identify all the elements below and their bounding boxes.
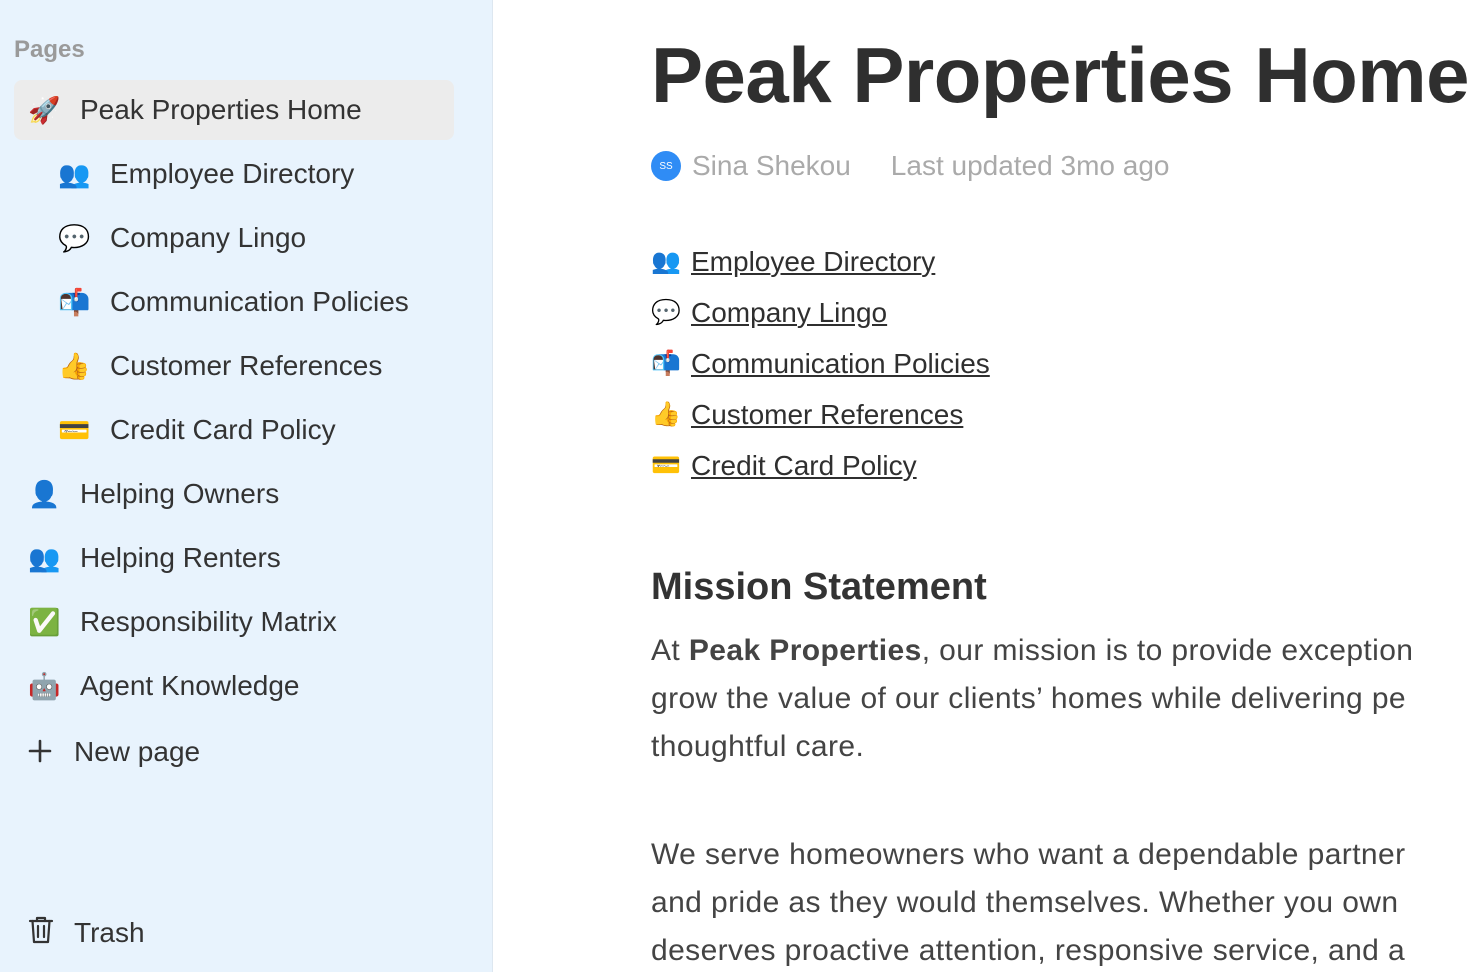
sidebar-item-label: Responsibility Matrix — [80, 606, 337, 637]
people-icon: 👥 — [28, 542, 61, 573]
link-credit-card-policy[interactable]: Credit Card Policy — [691, 450, 917, 482]
main-content: Peak Properties Home SS Sina Shekou Last… — [494, 0, 1476, 972]
trash-button[interactable]: Trash — [14, 903, 145, 963]
sidebar: Pages 🚀 Peak Properties Home 👥 Employee … — [0, 0, 493, 972]
new-page-button[interactable]: New page — [14, 722, 454, 782]
sidebar-item-label: Customer References — [110, 350, 383, 381]
list-item: 👥 Employee Directory — [651, 236, 990, 287]
paragraph-line: grow the value of our clients’ homes whi… — [651, 682, 1407, 715]
rocket-icon: 🚀 — [28, 94, 61, 125]
company-name-bold: Peak Properties — [688, 634, 922, 667]
speech-bubble-icon: 💬 — [651, 299, 681, 326]
mailbox-icon: 📬 — [58, 286, 91, 317]
sidebar-heading: Pages — [14, 36, 85, 63]
paragraph-line: At Peak Properties, our mission is to pr… — [651, 627, 1476, 675]
plus-icon — [28, 733, 58, 772]
sidebar-item-label: Communication Policies — [110, 286, 409, 317]
list-item: 👍 Customer References — [651, 389, 990, 440]
trash-label: Trash — [74, 917, 145, 948]
sidebar-item-label: Peak Properties Home — [80, 94, 362, 125]
sidebar-item-label: Company Lingo — [110, 222, 307, 253]
paragraph-line: We serve homeowners who want a dependabl… — [651, 838, 1406, 871]
text-prefix: At — [651, 634, 689, 667]
service-paragraph: We serve homeowners who want a dependabl… — [651, 831, 1476, 972]
credit-card-icon: 💳 — [651, 452, 681, 479]
author-name[interactable]: Sina Shekou — [692, 150, 851, 182]
mailbox-icon: 📬 — [651, 350, 681, 377]
new-page-label: New page — [74, 736, 201, 767]
list-item: 💳 Credit Card Policy — [651, 440, 990, 491]
speech-bubble-icon: 💬 — [58, 222, 91, 253]
sidebar-item-employee-directory[interactable]: 👥 Employee Directory — [14, 144, 454, 204]
person-icon: 👤 — [28, 478, 61, 509]
sidebar-item-customer-references[interactable]: 👍 Customer References — [14, 336, 454, 396]
sidebar-item-peak-properties-home[interactable]: 🚀 Peak Properties Home — [14, 80, 454, 140]
section-heading: Mission Statement — [651, 566, 987, 608]
link-company-lingo[interactable]: Company Lingo — [691, 297, 887, 329]
sidebar-item-communication-policies[interactable]: 📬 Communication Policies — [14, 272, 454, 332]
last-updated: Last updated 3mo ago — [890, 150, 1170, 181]
check-mark-icon: ✅ — [28, 606, 61, 637]
mission-paragraph: At Peak Properties, our mission is to pr… — [651, 627, 1476, 771]
subpage-link-list: 👥 Employee Directory 💬 Company Lingo 📬 C… — [651, 236, 990, 491]
paragraph-line: thoughtful care. — [651, 730, 865, 763]
credit-card-icon: 💳 — [58, 414, 91, 445]
people-icon: 👥 — [651, 248, 681, 275]
sidebar-item-company-lingo[interactable]: 💬 Company Lingo — [14, 208, 454, 268]
sidebar-item-responsibility-matrix[interactable]: ✅ Responsibility Matrix — [14, 592, 454, 652]
sidebar-item-label: Credit Card Policy — [110, 414, 336, 445]
robot-icon: 🤖 — [28, 670, 61, 701]
page-meta: SS Sina Shekou Last updated 3mo ago — [651, 146, 1169, 186]
sidebar-item-label: Agent Knowledge — [80, 670, 300, 701]
sidebar-item-agent-knowledge[interactable]: 🤖 Agent Knowledge — [14, 656, 454, 716]
thumbs-up-icon: 👍 — [58, 350, 91, 381]
list-item: 📬 Communication Policies — [651, 338, 990, 389]
page-title: Peak Properties Home — [651, 31, 1470, 119]
link-customer-references[interactable]: Customer References — [691, 399, 963, 431]
avatar[interactable]: SS — [651, 151, 681, 181]
sidebar-item-helping-owners[interactable]: 👤 Helping Owners — [14, 464, 454, 524]
people-icon: 👥 — [58, 158, 91, 189]
link-employee-directory[interactable]: Employee Directory — [691, 246, 935, 278]
paragraph-line: and pride as they would themselves. Whet… — [651, 886, 1399, 919]
thumbs-up-icon: 👍 — [651, 401, 681, 428]
sidebar-item-label: Employee Directory — [110, 158, 355, 189]
paragraph-line: deserves proactive attention, responsive… — [651, 934, 1406, 967]
sidebar-item-credit-card-policy[interactable]: 💳 Credit Card Policy — [14, 400, 454, 460]
trash-icon — [28, 915, 56, 952]
sidebar-item-helping-renters[interactable]: 👥 Helping Renters — [14, 528, 454, 588]
sidebar-item-label: Helping Owners — [80, 478, 280, 509]
link-communication-policies[interactable]: Communication Policies — [691, 348, 990, 380]
text-rest: , our mission is to provide exception — [921, 634, 1414, 667]
sidebar-item-label: Helping Renters — [80, 542, 281, 573]
list-item: 💬 Company Lingo — [651, 287, 990, 338]
